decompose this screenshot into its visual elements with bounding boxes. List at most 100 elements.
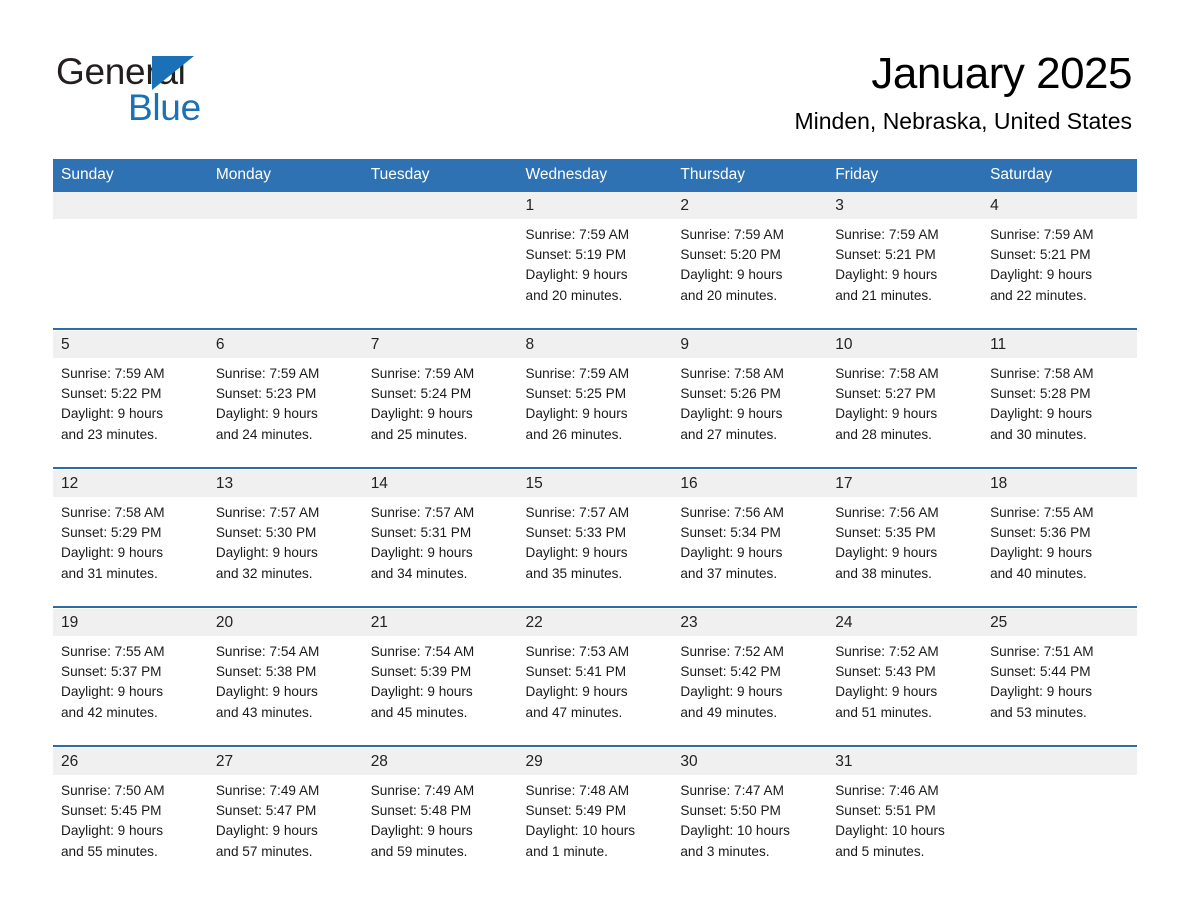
calendar-day-cell[interactable]: 27 Sunrise: 7:49 AM Sunset: 5:47 PM Dayligh… (207, 748, 363, 868)
day-cell-inner: 3 Sunrise: 7:59 AM Sunset: 5:21 PM Daylight… (827, 192, 983, 328)
calendar-day-cell[interactable] (53, 192, 208, 328)
calendar-day-cell[interactable]: 31 Sunrise: 7:46 AM Sunset: 5:51 PM Dayligh… (827, 748, 983, 868)
day-info: Sunrise: 7:59 AM Sunset: 5:20 PM Daylight:… (672, 219, 827, 306)
page-title: January 2025 (871, 49, 1132, 98)
sunset-text: Sunset: 5:20 PM (680, 247, 781, 263)
calendar-day-cell[interactable]: 26 Sunrise: 7:50 AM Sunset: 5:45 PM Dayligh… (53, 748, 208, 868)
daylight-text-line1: Daylight: 9 hours (61, 684, 164, 700)
day-number: 20 (207, 609, 363, 636)
week-separator-line (53, 328, 1137, 330)
sunset-text: Sunset: 5:49 PM (525, 803, 627, 819)
daylight-text-line2: and 37 minutes. (680, 565, 778, 581)
calendar-day-cell[interactable]: 12 Sunrise: 7:58 AM Sunset: 5:29 PM Dayligh… (53, 470, 208, 606)
day-number: 24 (827, 609, 983, 636)
weekday-header-saturday: Saturday (982, 159, 1137, 192)
calendar-day-cell[interactable]: 7 Sunrise: 7:59 AM Sunset: 5:24 PM Daylight… (362, 331, 518, 467)
calendar-day-cell[interactable]: 28 Sunrise: 7:49 AM Sunset: 5:48 PM Dayligh… (362, 748, 518, 868)
calendar-day-cell[interactable]: 21 Sunrise: 7:54 AM Sunset: 5:39 PM Dayligh… (362, 609, 518, 745)
calendar-day-cell[interactable]: 13 Sunrise: 7:57 AM Sunset: 5:30 PM Dayligh… (207, 470, 363, 606)
day-cell-inner: 25 Sunrise: 7:51 AM Sunset: 5:44 PM Dayligh… (982, 609, 1137, 745)
daylight-text-line2: and 53 minutes. (990, 704, 1087, 720)
calendar-day-cell[interactable]: 4 Sunrise: 7:59 AM Sunset: 5:21 PM Daylight… (982, 192, 1137, 328)
sunset-text: Sunset: 5:24 PM (370, 386, 472, 402)
daylight-text-line2: and 57 minutes. (215, 843, 313, 859)
sunset-text: Sunset: 5:48 PM (370, 803, 472, 819)
sunset-text: Sunset: 5:19 PM (525, 247, 627, 263)
page-header: General Blue January 2025 Minden, Nebras… (0, 0, 1188, 150)
calendar-day-cell[interactable] (207, 192, 363, 328)
calendar-day-cell[interactable]: 18 Sunrise: 7:55 AM Sunset: 5:36 PM Dayligh… (982, 470, 1137, 606)
calendar-day-cell[interactable]: 8 Sunrise: 7:59 AM Sunset: 5:25 PM Daylight… (517, 331, 673, 467)
calendar-day-cell[interactable]: 1 Sunrise: 7:59 AM Sunset: 5:19 PM Daylight… (517, 192, 673, 328)
sunrise-text: Sunrise: 7:59 AM (215, 366, 320, 381)
calendar-day-cell[interactable]: 11 Sunrise: 7:58 AM Sunset: 5:28 PM Dayligh… (982, 331, 1137, 467)
day-info: Sunrise: 7:59 AM Sunset: 5:21 PM Daylight:… (982, 219, 1137, 306)
calendar-day-cell[interactable]: 2 Sunrise: 7:59 AM Sunset: 5:20 PM Daylight… (672, 192, 828, 328)
daylight-text-line2: and 55 minutes. (61, 843, 158, 859)
calendar-day-cell[interactable]: 30 Sunrise: 7:47 AM Sunset: 5:50 PM Dayligh… (672, 748, 828, 868)
day-number (362, 192, 518, 219)
day-info: Sunrise: 7:57 AM Sunset: 5:33 PM Daylight:… (518, 497, 673, 584)
weekday-header-monday: Monday (207, 159, 363, 192)
daylight-text-line2: and 40 minutes. (990, 565, 1087, 581)
calendar-day-cell[interactable]: 3 Sunrise: 7:59 AM Sunset: 5:21 PM Daylight… (827, 192, 983, 328)
day-number: 5 (53, 331, 208, 358)
calendar-day-cell[interactable]: 16 Sunrise: 7:56 AM Sunset: 5:34 PM Dayligh… (672, 470, 828, 606)
calendar-day-cell[interactable]: 5 Sunrise: 7:59 AM Sunset: 5:22 PM Daylight… (53, 331, 208, 467)
sunrise-text: Sunrise: 7:56 AM (835, 505, 939, 520)
generalblue-logo[interactable]: General Blue (56, 52, 316, 130)
calendar-day-cell[interactable] (362, 192, 518, 328)
day-cell-inner: 6 Sunrise: 7:59 AM Sunset: 5:23 PM Daylight… (207, 331, 363, 467)
daylight-text-line1: Daylight: 9 hours (525, 684, 628, 700)
daylight-text-line1: Daylight: 9 hours (835, 545, 938, 561)
day-info: Sunrise: 7:49 AM Sunset: 5:48 PM Daylight:… (363, 775, 518, 862)
daylight-text-line2: and 42 minutes. (61, 704, 158, 720)
sunset-text: Sunset: 5:41 PM (525, 664, 627, 680)
logo-text-blue: Blue (128, 87, 201, 128)
day-number: 25 (982, 609, 1137, 636)
day-number: 30 (672, 748, 828, 775)
sunset-text: Sunset: 5:23 PM (215, 386, 317, 402)
calendar-day-cell[interactable]: 24 Sunrise: 7:52 AM Sunset: 5:43 PM Dayligh… (827, 609, 983, 745)
calendar-day-cell[interactable]: 15 Sunrise: 7:57 AM Sunset: 5:33 PM Dayligh… (517, 470, 673, 606)
calendar-day-cell[interactable] (982, 748, 1137, 868)
weekday-header-wednesday: Wednesday (517, 159, 673, 192)
day-number: 8 (517, 331, 673, 358)
daylight-text-line1: Daylight: 9 hours (680, 406, 783, 422)
daylight-text-line1: Daylight: 9 hours (525, 406, 628, 422)
daylight-text-line1: Daylight: 9 hours (215, 684, 318, 700)
sunrise-text: Sunrise: 7:58 AM (990, 366, 1094, 381)
day-cell-inner: 11 Sunrise: 7:58 AM Sunset: 5:28 PM Dayligh… (982, 331, 1137, 467)
calendar-day-cell[interactable]: 14 Sunrise: 7:57 AM Sunset: 5:31 PM Dayligh… (362, 470, 518, 606)
sunrise-text: Sunrise: 7:49 AM (215, 783, 320, 798)
sunset-text: Sunset: 5:45 PM (61, 803, 162, 819)
daylight-text-line2: and 3 minutes. (680, 843, 770, 859)
day-cell-inner: 30 Sunrise: 7:47 AM Sunset: 5:50 PM Dayligh… (672, 748, 828, 868)
day-cell-inner: 15 Sunrise: 7:57 AM Sunset: 5:33 PM Dayligh… (517, 470, 673, 606)
title-block: January 2025 Minden, Nebraska, United St… (794, 48, 1132, 135)
calendar-day-cell[interactable]: 6 Sunrise: 7:59 AM Sunset: 5:23 PM Daylight… (207, 331, 363, 467)
calendar-day-cell[interactable]: 19 Sunrise: 7:55 AM Sunset: 5:37 PM Dayligh… (53, 609, 208, 745)
daylight-text-line2: and 22 minutes. (990, 287, 1087, 303)
day-number: 21 (362, 609, 518, 636)
week-separator-line (53, 467, 1137, 469)
daylight-text-line1: Daylight: 9 hours (835, 684, 938, 700)
calendar-day-cell[interactable]: 10 Sunrise: 7:58 AM Sunset: 5:27 PM Dayligh… (827, 331, 983, 467)
sunrise-text: Sunrise: 7:59 AM (525, 366, 630, 381)
day-info: Sunrise: 7:55 AM Sunset: 5:36 PM Daylight:… (982, 497, 1137, 584)
day-info: Sunrise: 7:59 AM Sunset: 5:25 PM Daylight:… (518, 358, 673, 445)
calendar-day-cell[interactable]: 20 Sunrise: 7:54 AM Sunset: 5:38 PM Dayligh… (207, 609, 363, 745)
day-cell-inner: 7 Sunrise: 7:59 AM Sunset: 5:24 PM Daylight… (362, 331, 518, 467)
sunset-text: Sunset: 5:36 PM (990, 525, 1091, 541)
calendar-day-cell[interactable]: 17 Sunrise: 7:56 AM Sunset: 5:35 PM Dayligh… (827, 470, 983, 606)
calendar-day-cell[interactable]: 25 Sunrise: 7:51 AM Sunset: 5:44 PM Dayligh… (982, 609, 1137, 745)
calendar-container: Sunday Monday Tuesday Wednesday Thursday… (53, 159, 1137, 868)
calendar-day-cell[interactable]: 22 Sunrise: 7:53 AM Sunset: 5:41 PM Dayligh… (517, 609, 673, 745)
day-cell-inner: 8 Sunrise: 7:59 AM Sunset: 5:25 PM Daylight… (517, 331, 673, 467)
weekday-header-tuesday: Tuesday (362, 159, 518, 192)
sunrise-text: Sunrise: 7:55 AM (61, 644, 165, 659)
daylight-text-line2: and 5 minutes. (835, 843, 925, 859)
calendar-day-cell[interactable]: 29 Sunrise: 7:48 AM Sunset: 5:49 PM Dayligh… (517, 748, 673, 868)
calendar-day-cell[interactable]: 9 Sunrise: 7:58 AM Sunset: 5:26 PM Daylight… (672, 331, 828, 467)
calendar-day-cell[interactable]: 23 Sunrise: 7:52 AM Sunset: 5:42 PM Dayligh… (672, 609, 828, 745)
